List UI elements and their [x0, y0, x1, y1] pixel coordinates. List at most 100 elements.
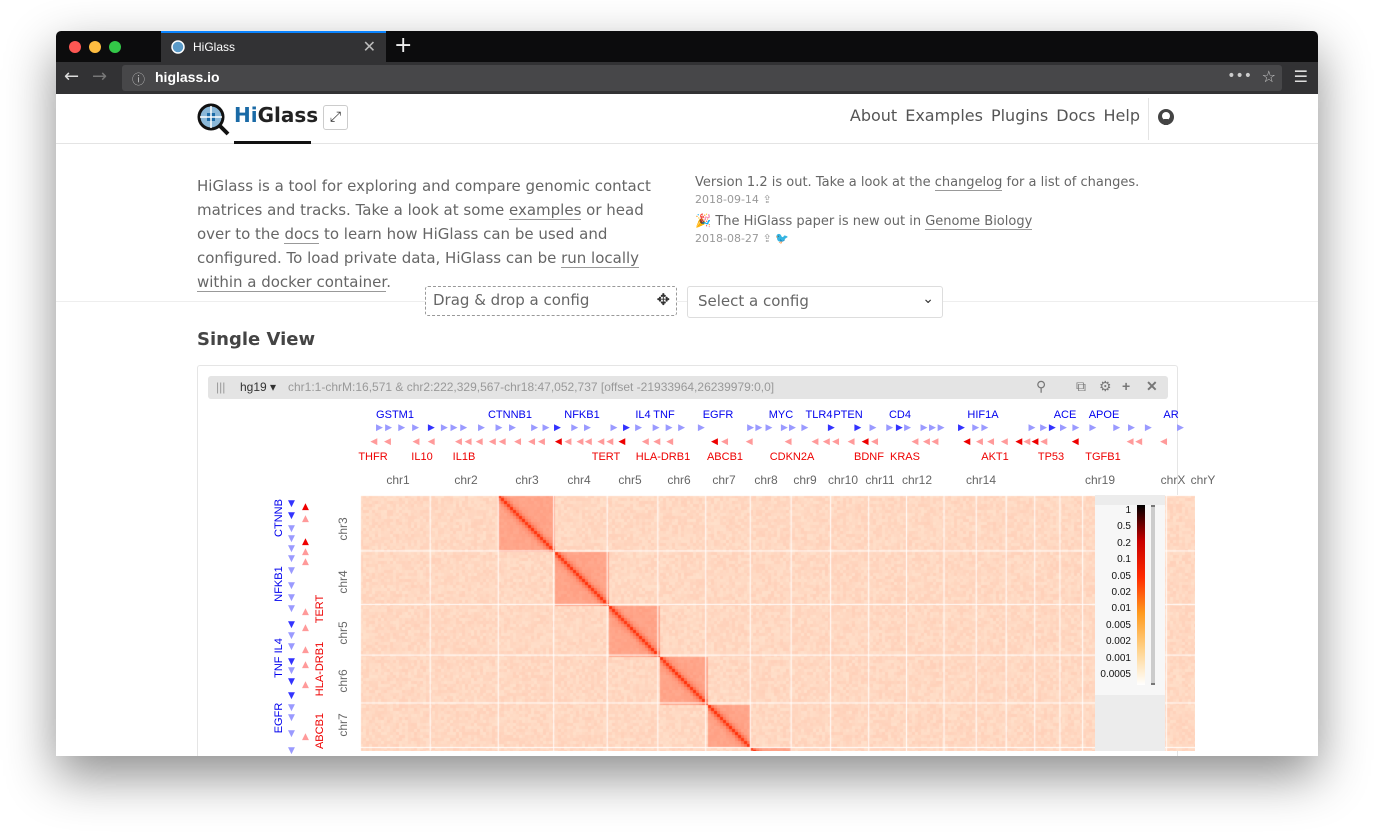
url-text: higlass.io: [155, 69, 220, 85]
colorbar-tick: 0.01: [1111, 603, 1131, 615]
close-tab-icon[interactable]: ✕: [363, 37, 376, 57]
gene-label[interactable]: NFKB1: [564, 409, 599, 421]
news-date: 2018-09-14: [695, 193, 759, 206]
gene-label[interactable]: BDNF: [854, 451, 884, 463]
chrom-label: chr4: [567, 473, 591, 487]
gene-label[interactable]: CD4: [889, 409, 911, 421]
gene-label[interactable]: AR: [1163, 409, 1178, 421]
gene-label[interactable]: IL4: [635, 409, 650, 421]
minus-strand-arrow-icon: ◀: [606, 437, 614, 447]
minus-strand-arrow-icon: ▲: [302, 502, 309, 512]
gene-label[interactable]: CDKN2A: [770, 451, 815, 463]
minimize-window-button[interactable]: [89, 41, 101, 53]
gene-label[interactable]: KRAS: [890, 451, 920, 463]
gene-label[interactable]: AKT1: [981, 451, 1009, 463]
minus-strand-arrow-icon: ◀: [1040, 437, 1048, 447]
gene-label[interactable]: NFKB1: [273, 566, 285, 601]
nav-docs[interactable]: Docs: [1056, 106, 1095, 125]
minus-strand-arrow-icon: ◀: [1160, 437, 1168, 447]
nav-plugins[interactable]: Plugins: [991, 106, 1048, 125]
gene-label[interactable]: THFR: [358, 451, 387, 463]
colorbar-slider[interactable]: [1151, 505, 1155, 685]
gene-label[interactable]: TNF: [653, 409, 674, 421]
gene-label[interactable]: IL10: [411, 451, 432, 463]
gene-label[interactable]: EGFR: [273, 703, 285, 734]
chrom-label: chr6: [336, 669, 350, 693]
minus-strand-arrow-icon: ◀: [584, 437, 592, 447]
minus-strand-arrow-icon: ▲: [302, 513, 309, 524]
nav-help[interactable]: Help: [1104, 106, 1140, 125]
gene-label[interactable]: TLR4: [806, 409, 833, 421]
examples-link[interactable]: examples: [509, 201, 582, 220]
gene-label[interactable]: APOE: [1089, 409, 1120, 421]
drag-drop-config-zone[interactable]: Drag & drop a config ✥: [425, 286, 677, 316]
minus-strand-arrow-icon: ◀: [597, 437, 605, 447]
gene-label[interactable]: MYC: [769, 409, 793, 421]
plus-icon[interactable]: +: [1122, 378, 1130, 394]
gene-label[interactable]: CTNNB1: [488, 409, 532, 421]
gene-label[interactable]: EGFR: [703, 409, 734, 421]
minus-strand-arrow-icon: ◀: [528, 437, 536, 447]
close-window-button[interactable]: [69, 41, 81, 53]
chrom-label: chrX: [1160, 473, 1186, 487]
select-config-dropdown[interactable]: Select a config ⌄: [687, 286, 943, 318]
gene-label[interactable]: ABCB1: [314, 713, 326, 749]
hamburger-menu-icon[interactable]: ☰: [1294, 67, 1308, 86]
gene-label[interactable]: ACE: [1054, 409, 1077, 421]
twitter-icon[interactable]: 🐦: [775, 232, 789, 245]
brand-name[interactable]: HiGlass: [234, 103, 318, 127]
search-icon[interactable]: ⚲: [1036, 378, 1046, 395]
more-icon[interactable]: •••: [1227, 68, 1252, 84]
minus-strand-arrow-icon: ◀: [412, 437, 420, 447]
share-icon[interactable]: ⇪: [762, 193, 771, 206]
nav-about[interactable]: About: [850, 106, 897, 125]
back-icon[interactable]: ←: [64, 66, 79, 87]
minus-strand-arrow-icon: ◀: [1000, 437, 1008, 447]
gene-label[interactable]: PTEN: [833, 409, 862, 421]
gene-label[interactable]: TNF IL4: [273, 638, 285, 678]
heatmap[interactable]: [360, 495, 1195, 751]
minus-strand-arrow-icon: ◀: [922, 437, 930, 447]
gene-label[interactable]: HLA-DRB1: [636, 451, 690, 463]
gene-label[interactable]: TGFB1: [1085, 451, 1120, 463]
plus-strand-arrow-icon: ▶: [583, 423, 591, 433]
higlass-logo-icon[interactable]: [196, 102, 230, 136]
gene-label[interactable]: TP53: [1038, 451, 1064, 463]
github-link[interactable]: [1148, 98, 1175, 140]
plus-strand-arrow-icon: ▼: [288, 533, 295, 544]
address-field[interactable]: ⓘ higlass.io ••• ☆: [122, 65, 1282, 91]
docs-link[interactable]: docs: [284, 225, 320, 244]
plus-strand-arrow-icon: ▶: [1144, 423, 1152, 433]
minus-strand-arrow-icon: ◀: [784, 437, 792, 447]
gene-label[interactable]: ABCB1: [707, 451, 743, 463]
minus-strand-arrow-icon: ◀: [1071, 437, 1079, 447]
gene-label[interactable]: CTNNB: [273, 499, 285, 537]
changelog-link[interactable]: changelog: [934, 175, 1003, 191]
gene-label[interactable]: GSTM1: [376, 409, 414, 421]
tab-higlass[interactable]: HiGlass ✕: [161, 31, 386, 62]
plus-strand-arrow-icon: ▶: [571, 423, 579, 433]
maximize-window-button[interactable]: [109, 41, 121, 53]
minus-strand-arrow-icon: ◀: [475, 437, 483, 447]
gene-label[interactable]: TERT: [592, 451, 621, 463]
tab-bar: HiGlass ✕ +: [56, 31, 1318, 62]
genome-biology-link[interactable]: Genome Biology: [925, 214, 1033, 230]
chrom-label: chr11: [865, 473, 895, 487]
nav-examples[interactable]: Examples: [905, 106, 983, 125]
gene-label[interactable]: TERT: [314, 595, 326, 624]
forward-icon[interactable]: →: [92, 66, 107, 87]
close-icon[interactable]: ✕: [1146, 378, 1158, 395]
assembly-selector[interactable]: hg19 ▾: [240, 380, 276, 394]
gene-label[interactable]: HLA-DRB1: [314, 642, 326, 696]
gear-icon[interactable]: ⚙: [1099, 378, 1112, 395]
share-icon[interactable]: ⇪: [762, 232, 771, 245]
gene-label[interactable]: HIF1A: [967, 409, 998, 421]
copy-icon[interactable]: ⧉: [1076, 378, 1086, 395]
expand-icon[interactable]: ⤢: [323, 105, 348, 130]
location-text[interactable]: chr1:1-chrM:16,571 & chr2:222,329,567-ch…: [288, 380, 774, 394]
drag-handle[interactable]: |||: [216, 380, 225, 394]
gene-label[interactable]: IL1B: [453, 451, 476, 463]
info-icon[interactable]: ⓘ: [132, 69, 145, 88]
bookmark-star-icon[interactable]: ☆: [1262, 67, 1276, 86]
new-tab-button[interactable]: +: [394, 33, 412, 58]
